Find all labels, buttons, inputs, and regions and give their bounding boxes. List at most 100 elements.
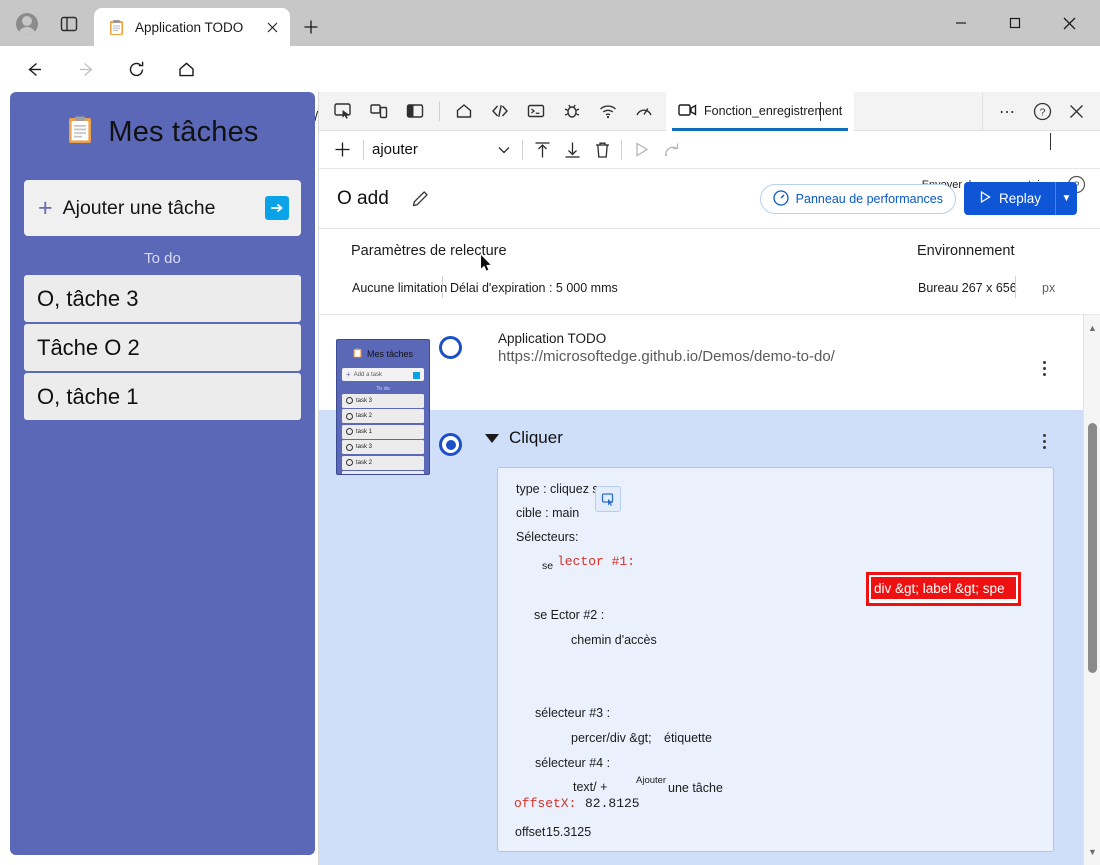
list-item: task 2 xyxy=(342,455,424,470)
tab-recorder[interactable]: Fonction_enregistrement xyxy=(666,91,855,131)
toolbar-divider xyxy=(363,139,364,160)
reload-icon[interactable] xyxy=(122,56,150,82)
tab-recorder-label: Fonction_enregistrement xyxy=(704,104,843,118)
recording-header: O add Panneau de performances Replay ▼ xyxy=(319,169,1100,229)
task-label: O, tâche 3 xyxy=(37,285,139,311)
step-navigate-title: Application TODO xyxy=(498,331,607,346)
chevron-down-icon xyxy=(498,141,510,158)
arrow-right-icon xyxy=(413,371,420,379)
close-icon[interactable] xyxy=(263,18,282,37)
thumbnail-header: Mes tâches xyxy=(337,344,429,364)
kebab-menu-icon[interactable] xyxy=(1035,357,1053,379)
selector3-value-b: étiquette xyxy=(664,731,712,745)
list-item: task 1 xyxy=(342,471,424,474)
thumbnail-add-task: + Add a task xyxy=(342,368,424,381)
download-icon[interactable] xyxy=(557,135,587,165)
selector3-value-a: percer/div &gt; xyxy=(571,731,652,745)
play-icon xyxy=(978,190,992,207)
recording-select[interactable]: ajouter xyxy=(368,137,518,163)
inspect-icon[interactable] xyxy=(325,95,361,127)
devtools-tabbar: Fonction_enregistrement ⋯ ? xyxy=(319,91,1100,131)
list-item[interactable]: O, tâche 1 xyxy=(24,373,301,420)
pencil-icon[interactable] xyxy=(409,188,431,210)
step-click-header[interactable]: Cliquer xyxy=(485,428,563,448)
selectors-label: Sélecteurs: xyxy=(516,530,579,544)
step-screenshot-thumbnail: Mes tâches + Add a task To do task 3 tas… xyxy=(336,339,430,475)
thumbnail-task-label: task 3 xyxy=(356,444,373,450)
window-close-button[interactable] xyxy=(1046,8,1092,38)
console-icon[interactable] xyxy=(518,95,554,127)
tab-actions-icon[interactable] xyxy=(56,12,82,36)
upload-icon[interactable] xyxy=(527,135,557,165)
todo-list: O, tâche 3 Tâche O 2 O, tâche 1 xyxy=(24,275,301,420)
home-icon[interactable] xyxy=(446,95,482,127)
ellipsis-icon[interactable]: ⋯ xyxy=(993,97,1023,127)
dock-side-icon[interactable] xyxy=(397,95,433,127)
kebab-menu-icon[interactable] xyxy=(1035,430,1053,452)
window-maximize-button[interactable] xyxy=(992,8,1038,38)
step-click[interactable]: Cliquer type : cliquez sur cible : main … xyxy=(319,410,1084,865)
question-icon[interactable]: ? xyxy=(1027,97,1057,127)
devtools-scrollbar[interactable]: ▲ ▼ xyxy=(1083,315,1100,865)
step-navigate-url: https://microsoftedge.github.io/Demos/de… xyxy=(498,348,835,365)
selector3-label: sélecteur #3 : xyxy=(535,706,611,720)
window-minimize-button[interactable] xyxy=(938,8,984,38)
performance-icon[interactable] xyxy=(626,95,662,127)
close-icon[interactable] xyxy=(1061,97,1091,127)
list-item[interactable]: O, tâche 3 xyxy=(24,275,301,322)
new-tab-button[interactable] xyxy=(300,16,322,38)
home-icon[interactable] xyxy=(172,56,200,82)
devtools-panel-actions: ⋯ ? xyxy=(982,92,1100,131)
timeout-value[interactable]: Délai d'expiration : 5 000 mms xyxy=(450,281,618,295)
timeline-node-click xyxy=(439,433,462,456)
trash-icon[interactable] xyxy=(587,135,617,165)
recording-steps: Application TODO https://microsoftedge.g… xyxy=(319,315,1100,865)
device-toolbar-icon[interactable] xyxy=(361,95,397,127)
caret-down-icon[interactable] xyxy=(485,433,499,443)
step-navigate[interactable]: Application TODO https://microsoftedge.g… xyxy=(319,315,1084,410)
copy-icon[interactable] xyxy=(595,486,621,512)
selector1-highlight[interactable]: div &gt; label &gt; spe xyxy=(866,572,1021,606)
clipboard-icon xyxy=(108,19,125,36)
timeline-node-navigate xyxy=(439,336,462,359)
list-item: task 1 xyxy=(342,424,424,439)
arrow-right-icon[interactable] xyxy=(265,196,289,220)
network-icon[interactable] xyxy=(590,95,626,127)
thumbnail-task-label: task 2 xyxy=(356,413,373,419)
list-item[interactable]: Tâche O 2 xyxy=(24,324,301,371)
checkbox-icon xyxy=(346,459,353,466)
selector4-value-c: une tâche xyxy=(668,781,723,795)
replay-button[interactable]: Replay xyxy=(963,182,1055,215)
redo-icon xyxy=(656,135,686,165)
todo-app-title: Mes tâches xyxy=(108,115,259,148)
add-task-label: Ajouter une tâche xyxy=(62,196,216,219)
viewport-unit: px xyxy=(1042,281,1056,295)
checkbox-icon xyxy=(346,412,353,420)
performance-panel-button[interactable]: Panneau de performances xyxy=(759,184,956,214)
replay-options-button[interactable]: ▼ xyxy=(1055,182,1077,215)
plus-icon[interactable] xyxy=(325,135,359,165)
profile-button[interactable] xyxy=(12,10,42,38)
viewport-value[interactable]: Bureau 267 x 656 xyxy=(918,281,1017,295)
todo-section-label: To do xyxy=(144,250,181,267)
add-task-input[interactable]: + Ajouter une tâche xyxy=(24,180,301,236)
svg-text:?: ? xyxy=(1039,106,1045,118)
thumbnail-task-label: task 1 xyxy=(356,428,373,435)
selector1-value: div &gt; label &gt; spe xyxy=(871,577,1016,599)
recording-select-value: ajouter xyxy=(372,141,418,158)
thumbnail-title: Mes tâches xyxy=(366,349,414,359)
recorder-icon xyxy=(678,102,697,121)
back-arrow-icon[interactable] xyxy=(20,56,48,82)
caret-up-icon[interactable]: ▲ xyxy=(1084,319,1100,337)
caret-down-icon[interactable]: ▼ xyxy=(1084,843,1100,861)
plus-icon: + xyxy=(38,193,53,222)
step-click-details: type : cliquez sur cible : main Sélecteu… xyxy=(497,467,1054,852)
browser-tab[interactable]: Application TODO xyxy=(94,8,290,46)
scrollbar-thumb[interactable] xyxy=(1088,423,1097,673)
throttling-value[interactable]: Aucune limitation xyxy=(352,281,447,295)
performance-panel-label: Panneau de performances xyxy=(795,192,943,206)
step-navigate-text: Application TODO https://microsoftedge.g… xyxy=(498,331,835,365)
todo-header: Mes tâches xyxy=(10,92,315,172)
debugger-icon[interactable] xyxy=(554,95,590,127)
elements-icon[interactable] xyxy=(482,95,518,127)
